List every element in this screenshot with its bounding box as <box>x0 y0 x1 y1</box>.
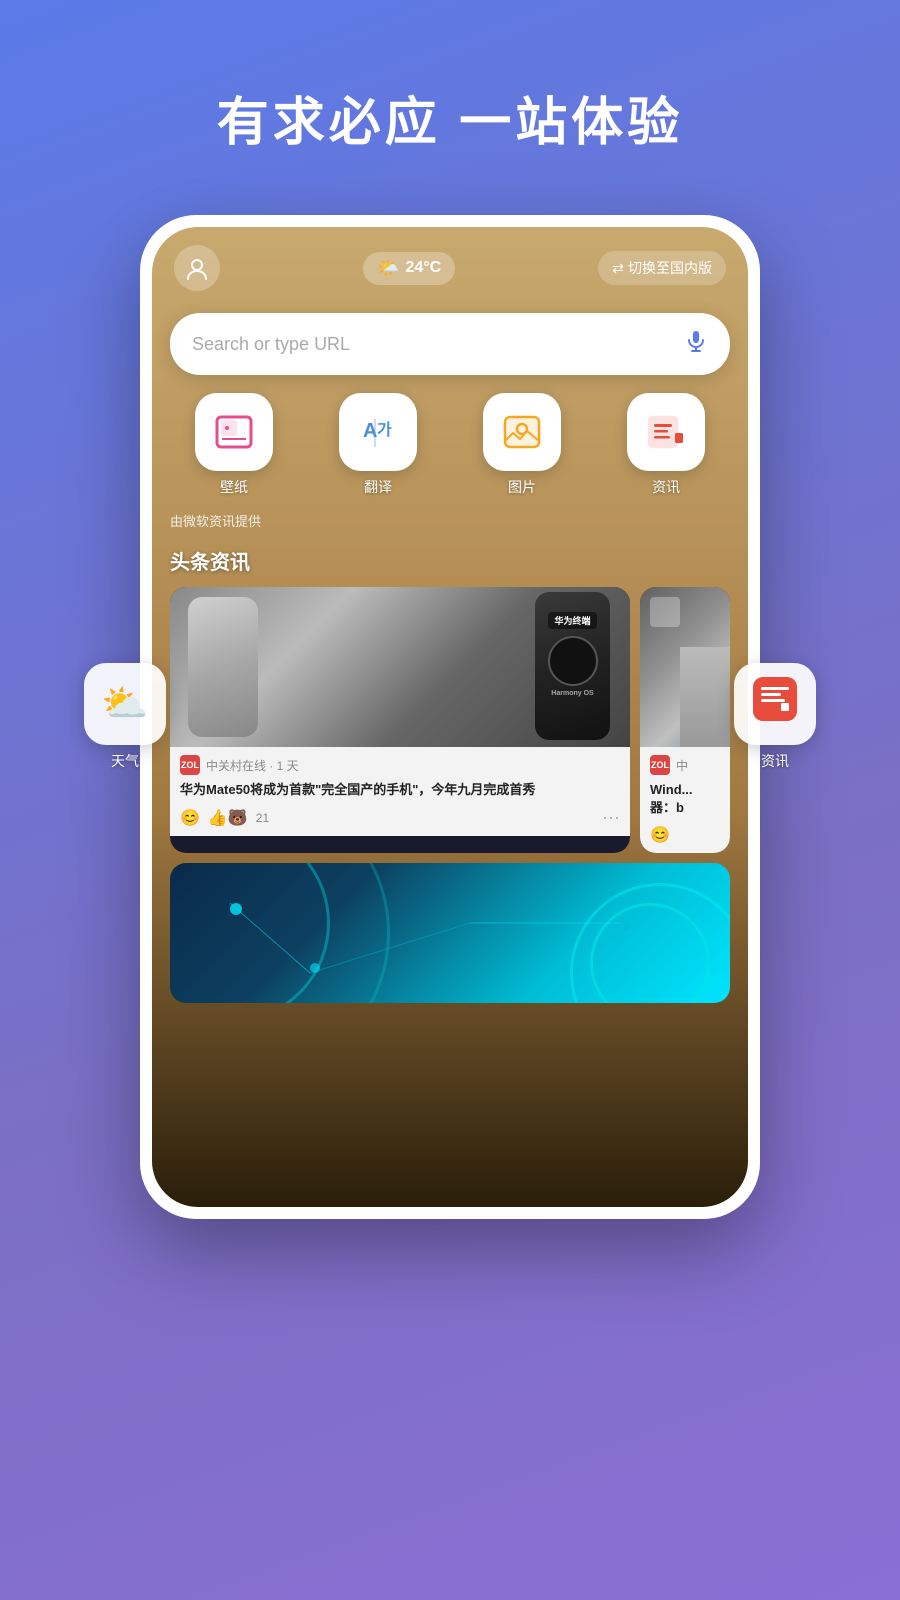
translate-label: 翻译 <box>364 477 392 497</box>
news-icon-label: 资讯 <box>652 477 680 497</box>
harmony-os-text: Harmony OS <box>551 690 593 697</box>
floating-news-widget[interactable]: 资讯 <box>734 663 816 771</box>
source-text-1: 中关村在线 · 1 天 <box>206 757 299 774</box>
weather-label: 天气 <box>111 751 139 771</box>
svg-text:가: 가 <box>377 421 392 439</box>
weather-icon: ⛅ <box>101 682 148 726</box>
news-card-content-1: ZOL 中关村在线 · 1 天 华为Mate50将成为首款"完全国产的手机"，今… <box>170 747 630 836</box>
emoji-2: 👍🐻 <box>208 808 248 828</box>
more-icon-1[interactable]: ··· <box>602 807 620 828</box>
photos-icon-item[interactable]: 图片 <box>483 393 561 497</box>
search-bar[interactable]: Search or type URL <box>170 313 730 375</box>
news-count-1: 21 <box>256 811 269 825</box>
news-actions-2: 😊 <box>650 825 720 845</box>
emoji-3: 😊 <box>650 825 670 845</box>
photos-label: 图片 <box>508 477 536 497</box>
news-card-2[interactable]: ZOL 中 Wind...器：b 😊 <box>640 587 730 853</box>
switch-region-button[interactable]: ⇄ 切换至国内版 <box>598 251 726 285</box>
news-float-label: 资讯 <box>761 751 789 771</box>
weather-cloud-icon: 🌤️ <box>377 258 399 279</box>
news-float-icon <box>753 677 797 731</box>
phone-frame: 🌤️ 24°C ⇄ 切换至国内版 Search or type URL <box>140 215 760 1219</box>
news-title-1: 华为Mate50将成为首款"完全国产的手机"，今年九月完成首秀 <box>180 781 620 799</box>
floating-weather-widget[interactable]: ⛅ 天气 <box>84 663 166 771</box>
weather-temp: 24°C <box>405 259 441 277</box>
headline: 有求必应 一站体验 <box>0 0 900 215</box>
section-title: 头条资讯 <box>152 542 748 587</box>
switch-icon: ⇄ <box>612 260 624 277</box>
news-title-2: Wind...器：b <box>650 781 720 817</box>
quick-icons-row: 壁纸 A 가 翻译 <box>152 393 748 507</box>
mic-icon[interactable] <box>684 329 708 359</box>
switch-label: 切换至国内版 <box>628 258 712 278</box>
source-icon-2: ZOL <box>650 755 670 775</box>
top-bar: 🌤️ 24°C ⇄ 切换至国内版 <box>152 227 748 303</box>
source-text-2: 中 <box>676 757 688 774</box>
ms-attribution: 由微软资讯提供 <box>152 507 748 542</box>
news-icon-item[interactable]: 资讯 <box>627 393 705 497</box>
source-icon-1: ZOL <box>180 755 200 775</box>
wallpaper-icon-item[interactable]: 壁纸 <box>195 393 273 497</box>
translate-icon-box: A 가 <box>339 393 417 471</box>
bottom-news-card[interactable] <box>170 863 730 1003</box>
search-placeholder: Search or type URL <box>192 334 350 355</box>
news-card-content-2: ZOL 中 Wind...器：b 😊 <box>640 747 730 853</box>
news-card-1[interactable]: Harmony OS 华为终端 ZOL 中关村在线 · 1 天 华为Mate50… <box>170 587 630 853</box>
avatar-button[interactable] <box>174 245 220 291</box>
phone-mockup: ⛅ 天气 资讯 <box>140 215 760 1219</box>
wallpaper-icon-box <box>195 393 273 471</box>
teal-decoration <box>170 863 730 1003</box>
news-card-image-1: Harmony OS 华为终端 <box>170 587 630 747</box>
weather-pill[interactable]: 🌤️ 24°C <box>363 252 455 285</box>
weather-icon-box: ⛅ <box>84 663 166 745</box>
news-icon-box <box>734 663 816 745</box>
news-source-row-1: ZOL 中关村在线 · 1 天 <box>180 755 620 775</box>
photos-icon-box <box>483 393 561 471</box>
emoji-1: 😊 <box>180 808 200 828</box>
news-actions-1: 😊 👍🐻 21 ··· <box>180 807 620 828</box>
wallpaper-label: 壁纸 <box>220 477 248 497</box>
news-icon-box <box>627 393 705 471</box>
phone-screen: 🌤️ 24°C ⇄ 切换至国内版 Search or type URL <box>152 227 748 1207</box>
translate-icon-item[interactable]: A 가 翻译 <box>339 393 417 497</box>
news-source-row-2: ZOL 中 <box>650 755 720 775</box>
news-cards-row: Harmony OS 华为终端 ZOL 中关村在线 · 1 天 华为Mate50… <box>152 587 748 853</box>
